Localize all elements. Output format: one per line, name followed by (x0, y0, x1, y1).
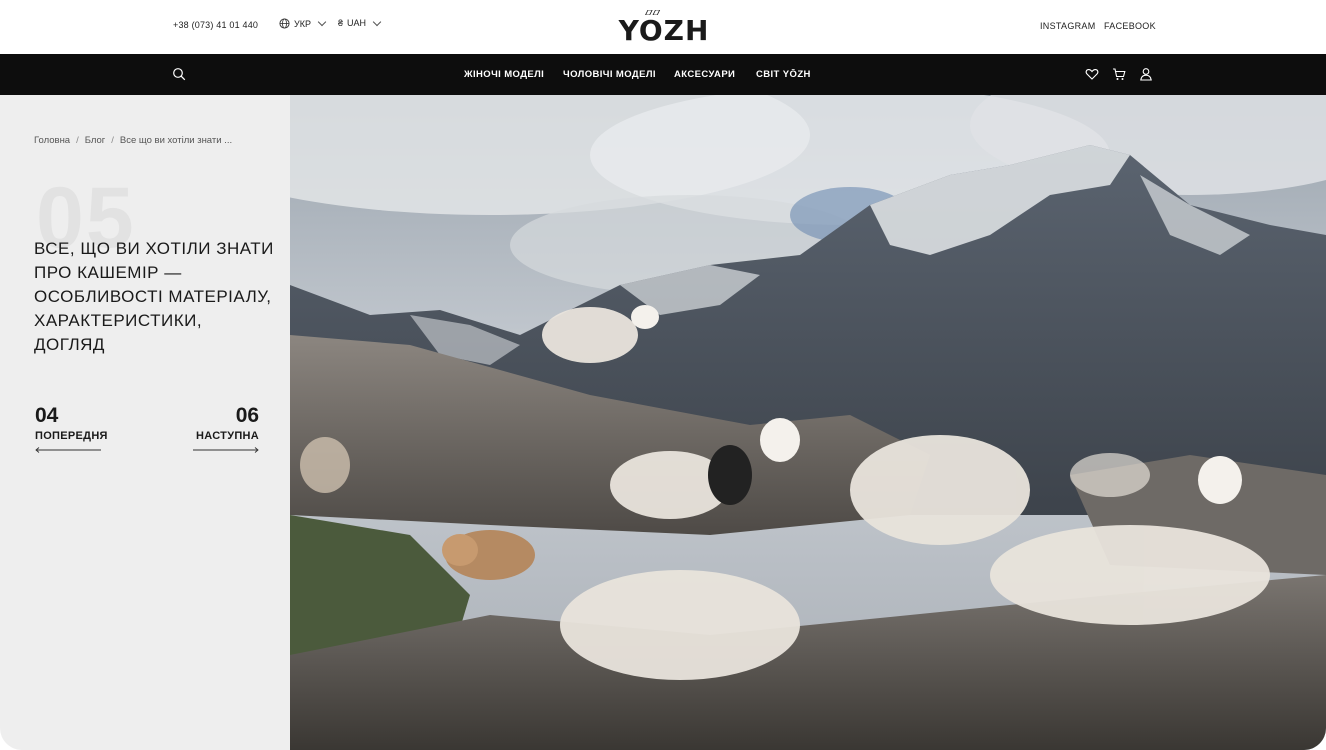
breadcrumb: Головна / Блог / Все що ви хотіли знати … (34, 135, 232, 146)
currency-selector[interactable]: ₴ UAH (338, 17, 382, 28)
breadcrumb-separator: / (111, 135, 114, 146)
facebook-link[interactable]: FACEBOOK (1104, 21, 1156, 31)
language-selector[interactable]: УКР (279, 17, 327, 29)
breadcrumb-separator: / (76, 135, 79, 146)
logo[interactable]: YOZH (614, 10, 714, 47)
language-label: УКР (294, 18, 311, 29)
user-icon[interactable] (1139, 67, 1153, 81)
prev-article-link[interactable]: 04 ПОПЕРЕДНЯ (35, 404, 108, 453)
breadcrumb-current: Все що ви хотіли знати ... (119, 135, 233, 146)
cart-icon[interactable] (1112, 67, 1126, 81)
article-title: Все, що ви хотіли знати про кашемір — ос… (34, 239, 274, 354)
article-sidebar: Головна / Блог / Все що ви хотіли знати … (0, 95, 290, 750)
nav-item-world[interactable]: СВІТ YŌZH (756, 69, 811, 80)
article-hero-image (290, 95, 1326, 750)
nav-item-women[interactable]: ЖІНОЧІ МОДЕЛІ (464, 69, 544, 80)
logo-text: YOZH (618, 14, 710, 47)
main-nav: ЖІНОЧІ МОДЕЛІ ЧОЛОВІЧІ МОДЕЛІ АКСЕСУАРИ … (0, 54, 1326, 95)
instagram-link[interactable]: INSTAGRAM (1040, 21, 1096, 31)
page: +38 (073) 41 01 440 УКР ₴ UAH YOZH INSTA… (0, 0, 1326, 750)
currency-symbol: ₴ (338, 18, 344, 28)
arrow-left-icon (35, 447, 101, 453)
next-article-number: 06 (235, 404, 260, 427)
next-article-label: НАСТУПНА (196, 430, 260, 442)
arrow-right-icon (193, 447, 259, 453)
nav-item-accessories[interactable]: АКСЕСУАРИ (674, 69, 735, 80)
chevron-down-icon (372, 17, 382, 26)
chevron-down-icon (317, 17, 327, 27)
phone-link[interactable]: +38 (073) 41 01 440 (173, 20, 258, 30)
heart-icon[interactable] (1085, 67, 1099, 81)
next-article-link[interactable]: 06 НАСТУПНА (193, 404, 260, 453)
prev-article-number: 04 (35, 404, 59, 427)
globe-icon (279, 18, 290, 29)
search-icon[interactable] (172, 67, 186, 81)
currency-label: UAH (347, 18, 367, 28)
nav-item-men[interactable]: ЧОЛОВІЧІ МОДЕЛІ (563, 69, 656, 80)
prev-article-label: ПОПЕРЕДНЯ (35, 430, 108, 442)
breadcrumb-blog[interactable]: Блог (85, 135, 106, 146)
breadcrumb-home[interactable]: Головна (34, 135, 70, 146)
top-bar: +38 (073) 41 01 440 УКР ₴ UAH YOZH INSTA… (0, 0, 1326, 54)
